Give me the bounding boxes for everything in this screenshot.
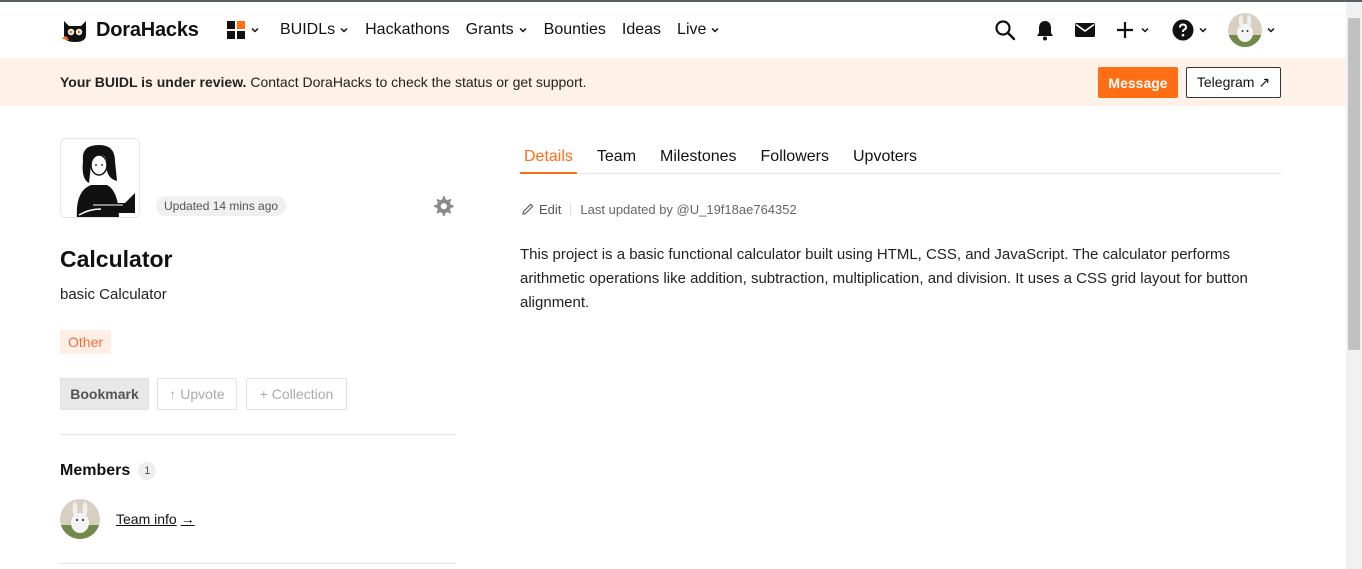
- team-info-link[interactable]: Team info →: [116, 511, 195, 527]
- members-title: Members: [60, 462, 131, 479]
- nav-item-buidls[interactable]: BUIDLs: [280, 21, 349, 39]
- user-menu[interactable]: [1228, 13, 1276, 47]
- scrollbar-thumb[interactable]: [1348, 18, 1360, 350]
- project-tagline: basic Calculator: [60, 286, 167, 303]
- tab-followers[interactable]: Followers: [757, 140, 833, 174]
- gear-icon[interactable]: [432, 195, 454, 217]
- review-banner: Your BUIDL is under review. Contact Dora…: [0, 58, 1346, 106]
- tab-team[interactable]: Team: [593, 140, 640, 174]
- divider: [60, 434, 456, 435]
- tab-details[interactable]: Details: [520, 140, 577, 174]
- chevron-down-icon: [1199, 27, 1207, 33]
- add-collection-button[interactable]: + Collection: [246, 378, 347, 410]
- mail-icon: [1075, 23, 1095, 37]
- members-count-badge: 1: [138, 462, 157, 480]
- nav-label: Ideas: [621, 21, 662, 38]
- telegram-button[interactable]: Telegram ↗: [1186, 67, 1281, 98]
- edit-label: Edit: [539, 201, 562, 217]
- divider: [60, 563, 456, 564]
- chevron-down-icon: [251, 27, 259, 33]
- chevron-down-icon: [340, 27, 348, 33]
- category-tag[interactable]: Other: [60, 330, 112, 354]
- chevron-down-icon: [711, 27, 719, 33]
- member-avatar[interactable]: [60, 499, 100, 539]
- project-logo: [60, 138, 140, 218]
- message-button[interactable]: Message: [1098, 67, 1178, 98]
- last-updated-text: Last updated by @U_19f18ae764352: [580, 201, 797, 217]
- user-avatar: [1228, 13, 1262, 47]
- nav-item-grants[interactable]: Grants: [466, 21, 528, 39]
- banner-message: Your BUIDL is under review. Contact Dora…: [60, 74, 587, 90]
- tab-milestones[interactable]: Milestones: [656, 140, 740, 174]
- bell-icon: [1037, 21, 1053, 41]
- project-description: This project is a basic functional calcu…: [520, 246, 1248, 311]
- members-heading: Members 1: [60, 462, 157, 480]
- project-tabs: Details Team Milestones Followers Upvote…: [520, 140, 1281, 174]
- updated-badge: Updated 14 mins ago: [156, 196, 287, 216]
- nav-item-bounties[interactable]: Bounties: [544, 21, 606, 39]
- apps-grid-icon: [227, 21, 245, 39]
- nav-label: Hackathons: [365, 21, 450, 38]
- dorahacks-logo-icon: [62, 21, 86, 42]
- chevron-down-icon: [1267, 27, 1275, 33]
- nav-item-live[interactable]: Live: [677, 21, 720, 39]
- edit-button[interactable]: Edit: [521, 202, 561, 217]
- arrow-right-icon: →: [180, 511, 195, 527]
- create-menu[interactable]: [1114, 13, 1150, 47]
- team-info-label: Team info: [116, 511, 177, 527]
- chevron-down-icon: [1141, 27, 1149, 33]
- main-nav: BUIDLs Hackathons Grants Bounties Ideas …: [226, 15, 736, 45]
- top-header: DoraHacks BUIDLs Hackathons Grants Bount…: [0, 2, 1346, 58]
- dorahacks-logo[interactable]: DoraHacks: [60, 15, 199, 45]
- brand-name: DoraHacks: [96, 18, 199, 41]
- nav-label: Grants: [465, 21, 514, 38]
- separator: [570, 202, 572, 216]
- help-icon: [1172, 19, 1194, 41]
- banner-bold-text: Your BUIDL is under review.: [60, 74, 247, 90]
- plus-icon: [1117, 22, 1133, 38]
- nav-label: Live: [677, 21, 707, 38]
- chevron-down-icon: [519, 27, 527, 33]
- tab-upvoters[interactable]: Upvoters: [849, 140, 921, 174]
- help-menu[interactable]: [1172, 13, 1208, 47]
- project-logo-illustration: [61, 139, 139, 217]
- nav-item-ideas[interactable]: Ideas: [622, 21, 661, 39]
- messages-button[interactable]: [1074, 13, 1096, 47]
- notifications-button[interactable]: [1034, 13, 1056, 47]
- pencil-icon: [522, 203, 534, 215]
- project-name: Calculator: [60, 246, 173, 272]
- nav-label: BUIDLs: [280, 21, 336, 38]
- apps-menu[interactable]: [226, 20, 260, 40]
- edit-row: Edit Last updated by @U_19f18ae764352: [521, 200, 797, 218]
- search-icon: [995, 20, 1016, 41]
- nav-label: Bounties: [543, 21, 606, 38]
- bookmark-button[interactable]: Bookmark: [60, 378, 149, 410]
- upvote-button[interactable]: ↑ Upvote: [157, 378, 237, 410]
- nav-item-hackathons[interactable]: Hackathons: [365, 21, 450, 39]
- banner-text: Contact DoraHacks to check the status or…: [246, 74, 587, 90]
- search-button[interactable]: [994, 13, 1016, 47]
